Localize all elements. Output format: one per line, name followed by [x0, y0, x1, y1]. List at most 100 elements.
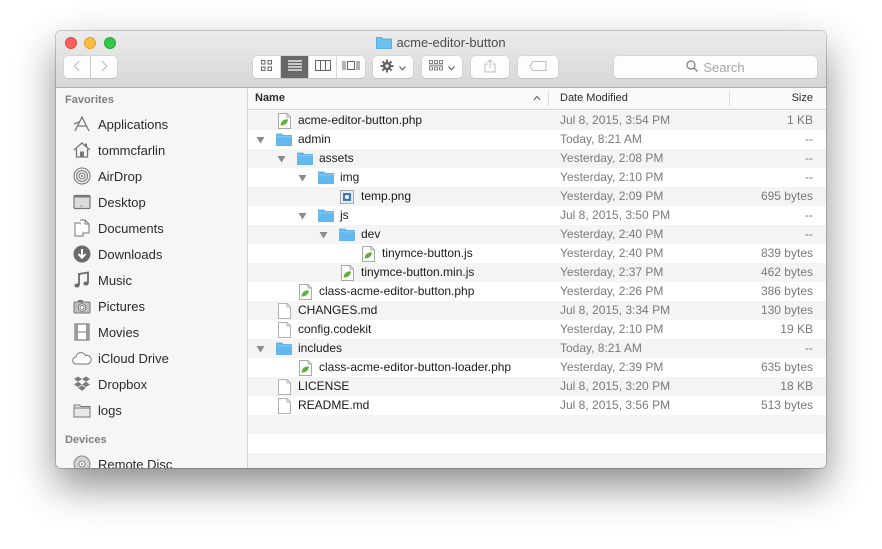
- column-divider[interactable]: [548, 91, 549, 106]
- sidebar-item-downloads[interactable]: Downloads: [72, 241, 162, 267]
- folder-icon: [72, 400, 92, 420]
- sidebar-item-movies[interactable]: Movies: [72, 319, 139, 345]
- sort-indicator[interactable]: [533, 88, 541, 109]
- sidebar-item-logs[interactable]: logs: [72, 397, 122, 423]
- date-modified: Yesterday, 2:40 PM: [560, 246, 664, 260]
- file-size: 462 bytes: [760, 265, 813, 279]
- sidebar: Favorites Applications tommcfarlin AirDr…: [56, 88, 248, 468]
- disclosure-triangle-expanded-icon[interactable]: [297, 206, 307, 225]
- list-icon: [287, 58, 302, 76]
- disclosure-triangle-expanded-icon[interactable]: [255, 130, 265, 149]
- finder-window: acme-editor-button Search Favorites Appl…: [56, 31, 826, 468]
- sidebar-item-applications[interactable]: Applications: [72, 111, 168, 137]
- empty-row: [248, 453, 826, 468]
- downloads-icon: [72, 244, 92, 264]
- file-row[interactable]: README.md Jul 8, 2015, 3:56 PM 513 bytes: [248, 396, 826, 415]
- file-name-cell: includes: [276, 339, 342, 358]
- disclosure-triangle-expanded-icon[interactable]: [318, 225, 328, 244]
- disclosure-triangle-expanded-icon[interactable]: [276, 149, 286, 168]
- file-size: 1 KB: [786, 113, 813, 127]
- sidebar-heading-favorites: Favorites: [65, 94, 114, 106]
- file-row[interactable]: temp.png Yesterday, 2:09 PM 695 bytes: [248, 187, 826, 206]
- sidebar-item-dropbox[interactable]: Dropbox: [72, 371, 147, 397]
- sidebar-item-music[interactable]: Music: [72, 267, 132, 293]
- file-name: dev: [361, 227, 381, 241]
- file-size: 695 bytes: [760, 189, 813, 203]
- dropbox-icon: [72, 374, 92, 394]
- movies-icon: [72, 322, 92, 342]
- folder-icon: [376, 36, 393, 53]
- file-name-cell: acme-editor-button.php: [276, 111, 422, 130]
- php-file-icon: [360, 245, 376, 262]
- column-header-name[interactable]: Name: [255, 88, 285, 109]
- share-button[interactable]: [471, 56, 509, 78]
- folder-row[interactable]: includes Today, 8:21 AM --: [248, 339, 826, 358]
- sidebar-item-desktop[interactable]: Desktop: [72, 189, 146, 215]
- list-view-button[interactable]: [281, 56, 309, 78]
- column-header-size[interactable]: Size: [792, 88, 813, 109]
- file-name: temp.png: [361, 189, 412, 203]
- file-size: --: [805, 170, 813, 184]
- date-modified: Yesterday, 2:39 PM: [560, 360, 664, 374]
- date-modified: Yesterday, 2:10 PM: [560, 322, 664, 336]
- icon-view-button[interactable]: [253, 56, 281, 78]
- chevron-right-icon: [100, 60, 108, 75]
- file-size: 513 bytes: [760, 398, 813, 412]
- empty-row: [248, 415, 826, 434]
- folder-icon: [297, 151, 313, 167]
- column-view-button[interactable]: [309, 56, 337, 78]
- sidebar-item-label: Pictures: [98, 298, 145, 314]
- folder-row[interactable]: admin Today, 8:21 AM --: [248, 130, 826, 149]
- sidebar-item-label: Movies: [98, 324, 140, 340]
- file-row[interactable]: tinymce-button.js Yesterday, 2:40 PM 839 b…: [248, 244, 826, 263]
- sidebar-item-documents[interactable]: Documents: [72, 215, 164, 241]
- sidebar-item-label: Desktop: [98, 194, 146, 210]
- file-row[interactable]: acme-editor-button.php Jul 8, 2015, 3:54 …: [248, 111, 826, 130]
- file-name-cell: tinymce-button.js: [360, 244, 473, 263]
- airdrop-icon: [72, 166, 92, 186]
- file-name-cell: LICENSE: [276, 377, 349, 396]
- file-row[interactable]: class-acme-editor-button.php Yesterday, 2…: [248, 282, 826, 301]
- file-name-cell: config.codekit: [276, 320, 371, 339]
- arrange-menu-button[interactable]: [422, 56, 462, 78]
- sidebar-item-icloud-drive[interactable]: iCloud Drive: [72, 345, 169, 371]
- action-menu-button[interactable]: [373, 56, 413, 78]
- disclosure-triangle-expanded-icon[interactable]: [255, 339, 265, 358]
- file-size: --: [805, 208, 813, 222]
- file-row[interactable]: CHANGES.md Jul 8, 2015, 3:34 PM 130 bytes: [248, 301, 826, 320]
- file-list: Name Date Modified Size acme-editor-butt…: [248, 88, 826, 468]
- back-button[interactable]: [64, 56, 90, 78]
- folder-row[interactable]: dev Yesterday, 2:40 PM --: [248, 225, 826, 244]
- date-modified: Yesterday, 2:08 PM: [560, 151, 664, 165]
- date-modified: Jul 8, 2015, 3:34 PM: [560, 303, 671, 317]
- folder-row[interactable]: img Yesterday, 2:10 PM --: [248, 168, 826, 187]
- disclosure-triangle-expanded-icon[interactable]: [297, 168, 307, 187]
- columns-icon: [314, 58, 331, 76]
- tags-button[interactable]: [518, 56, 558, 78]
- sidebar-item-home[interactable]: tommcfarlin: [72, 137, 165, 163]
- column-header-date[interactable]: Date Modified: [560, 88, 628, 109]
- file-name-cell: img: [318, 168, 359, 187]
- titlebar: acme-editor-button Search: [56, 31, 826, 88]
- file-row[interactable]: config.codekit Yesterday, 2:10 PM 19 KB: [248, 320, 826, 339]
- sidebar-item-remote-disc[interactable]: Remote Disc: [72, 451, 172, 468]
- sidebar-item-airdrop[interactable]: AirDrop: [72, 163, 142, 189]
- cover-flow-view-button[interactable]: [337, 56, 365, 78]
- php-file-icon: [276, 112, 292, 129]
- applications-icon: [72, 114, 92, 134]
- file-row[interactable]: tinymce-button.min.js Yesterday, 2:37 PM 4…: [248, 263, 826, 282]
- folder-row[interactable]: js Jul 8, 2015, 3:50 PM --: [248, 206, 826, 225]
- file-row[interactable]: LICENSE Jul 8, 2015, 3:20 PM 18 KB: [248, 377, 826, 396]
- sidebar-item-pictures[interactable]: Pictures: [72, 293, 145, 319]
- desktop-icon: [72, 192, 92, 212]
- sidebar-item-label: Music: [98, 272, 132, 288]
- file-size: --: [805, 341, 813, 355]
- file-name: includes: [298, 341, 343, 355]
- search-field[interactable]: Search: [614, 56, 817, 78]
- file-size: 635 bytes: [760, 360, 813, 374]
- folder-row[interactable]: assets Yesterday, 2:08 PM --: [248, 149, 826, 168]
- sidebar-item-label: Applications: [98, 116, 169, 132]
- column-divider[interactable]: [729, 91, 730, 106]
- file-row[interactable]: class-acme-editor-button-loader.php Yeste…: [248, 358, 826, 377]
- forward-button[interactable]: [91, 56, 117, 78]
